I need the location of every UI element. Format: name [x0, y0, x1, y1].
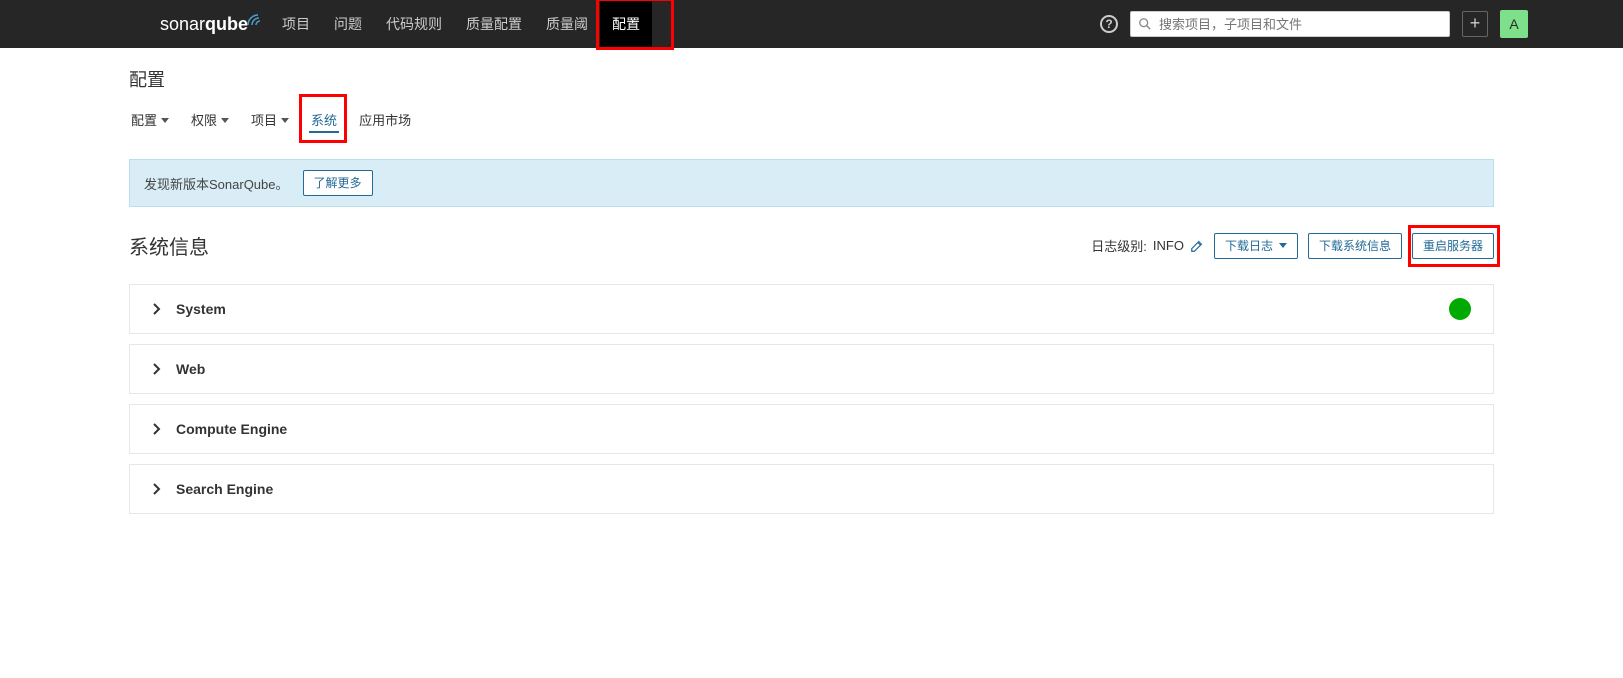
nav-label: 配置: [612, 14, 640, 34]
chevron-right-icon: [152, 483, 162, 495]
nav-item-admin[interactable]: 配置: [600, 0, 652, 48]
search-input[interactable]: [1130, 11, 1450, 37]
logo[interactable]: sonarqube: [160, 14, 248, 35]
search-wrap: [1130, 11, 1450, 37]
log-level-label: 日志级别:: [1091, 236, 1147, 255]
button-label: 下载系统信息: [1319, 237, 1391, 255]
chevron-right-icon: [152, 363, 162, 375]
notice-text: 发现新版本SonarQube。: [144, 174, 289, 193]
panel-title: Web: [176, 361, 205, 377]
button-label: 重启服务器: [1423, 237, 1483, 255]
chevron-right-icon: [152, 303, 162, 315]
update-notice: 发现新版本SonarQube。 了解更多: [129, 159, 1494, 207]
help-icon[interactable]: ?: [1100, 15, 1118, 33]
caret-down-icon: [1279, 243, 1287, 248]
panel-title: System: [176, 301, 226, 317]
subnav: 配置 权限 项目 系统 应用市场: [129, 106, 1494, 133]
panel-system[interactable]: System: [129, 284, 1494, 334]
learn-more-button[interactable]: 了解更多: [303, 170, 373, 196]
caret-down-icon: [161, 118, 169, 123]
log-level: 日志级别: INFO: [1091, 236, 1204, 255]
subnav-item-marketplace[interactable]: 应用市场: [357, 106, 413, 133]
panel-web[interactable]: Web: [129, 344, 1494, 394]
subnav-label: 系统: [311, 110, 337, 129]
subnav-item-projects[interactable]: 项目: [249, 106, 291, 133]
nav-label: 质量配置: [466, 14, 522, 34]
avatar[interactable]: A: [1500, 10, 1528, 38]
section-title: 系统信息: [129, 231, 209, 260]
subnav-label: 应用市场: [359, 110, 411, 129]
caret-down-icon: [281, 118, 289, 123]
download-logs-button[interactable]: 下载日志: [1214, 233, 1298, 259]
nav-label: 问题: [334, 14, 362, 34]
panel-title: Compute Engine: [176, 421, 287, 437]
nav-label: 质量阈: [546, 14, 588, 34]
chevron-right-icon: [152, 423, 162, 435]
page-title: 配置: [129, 66, 1494, 92]
caret-down-icon: [221, 118, 229, 123]
section-header: 系统信息 日志级别: INFO 下载日志 下载系统信息 重启服务器: [129, 231, 1494, 260]
button-label: 了解更多: [314, 174, 362, 192]
top-nav-right: ? + A: [1100, 10, 1623, 38]
logo-waves-icon: [246, 11, 262, 27]
subnav-label: 配置: [131, 110, 157, 129]
subnav-label: 项目: [251, 110, 277, 129]
subnav-label: 权限: [191, 110, 217, 129]
nav-items: 项目 问题 代码规则 质量配置 质量阈 配置: [270, 0, 652, 48]
status-dot-green: [1449, 298, 1471, 320]
logo-text-light: sonar: [160, 14, 205, 35]
nav-item-issues[interactable]: 问题: [322, 0, 374, 48]
panel-compute-engine[interactable]: Compute Engine: [129, 404, 1494, 454]
panel-search-engine[interactable]: Search Engine: [129, 464, 1494, 514]
top-nav: sonarqube 项目 问题 代码规则 质量配置 质量阈 配置 ? + A: [0, 0, 1623, 48]
create-button[interactable]: +: [1462, 11, 1488, 37]
panel-title: Search Engine: [176, 481, 273, 497]
subnav-item-config[interactable]: 配置: [129, 106, 171, 133]
nav-label: 代码规则: [386, 14, 442, 34]
section-actions: 日志级别: INFO 下载日志 下载系统信息 重启服务器: [1091, 233, 1494, 259]
nav-item-rules[interactable]: 代码规则: [374, 0, 454, 48]
restart-server-button[interactable]: 重启服务器: [1412, 233, 1494, 259]
log-level-value: INFO: [1153, 238, 1184, 253]
page: 配置 配置 权限 项目 系统 应用市场 发现新版本SonarQube。 了解更多…: [129, 48, 1494, 514]
download-sysinfo-button[interactable]: 下载系统信息: [1308, 233, 1402, 259]
subnav-item-system[interactable]: 系统: [309, 106, 339, 133]
edit-loglevel-icon[interactable]: [1190, 239, 1204, 253]
button-label: 下载日志: [1225, 237, 1273, 255]
avatar-initial: A: [1509, 16, 1518, 32]
nav-label: 项目: [282, 14, 310, 34]
logo-text-bold: qube: [205, 14, 248, 35]
nav-item-quality-gates[interactable]: 质量阈: [534, 0, 600, 48]
subnav-item-security[interactable]: 权限: [189, 106, 231, 133]
nav-item-quality-profiles[interactable]: 质量配置: [454, 0, 534, 48]
nav-item-projects[interactable]: 项目: [270, 0, 322, 48]
